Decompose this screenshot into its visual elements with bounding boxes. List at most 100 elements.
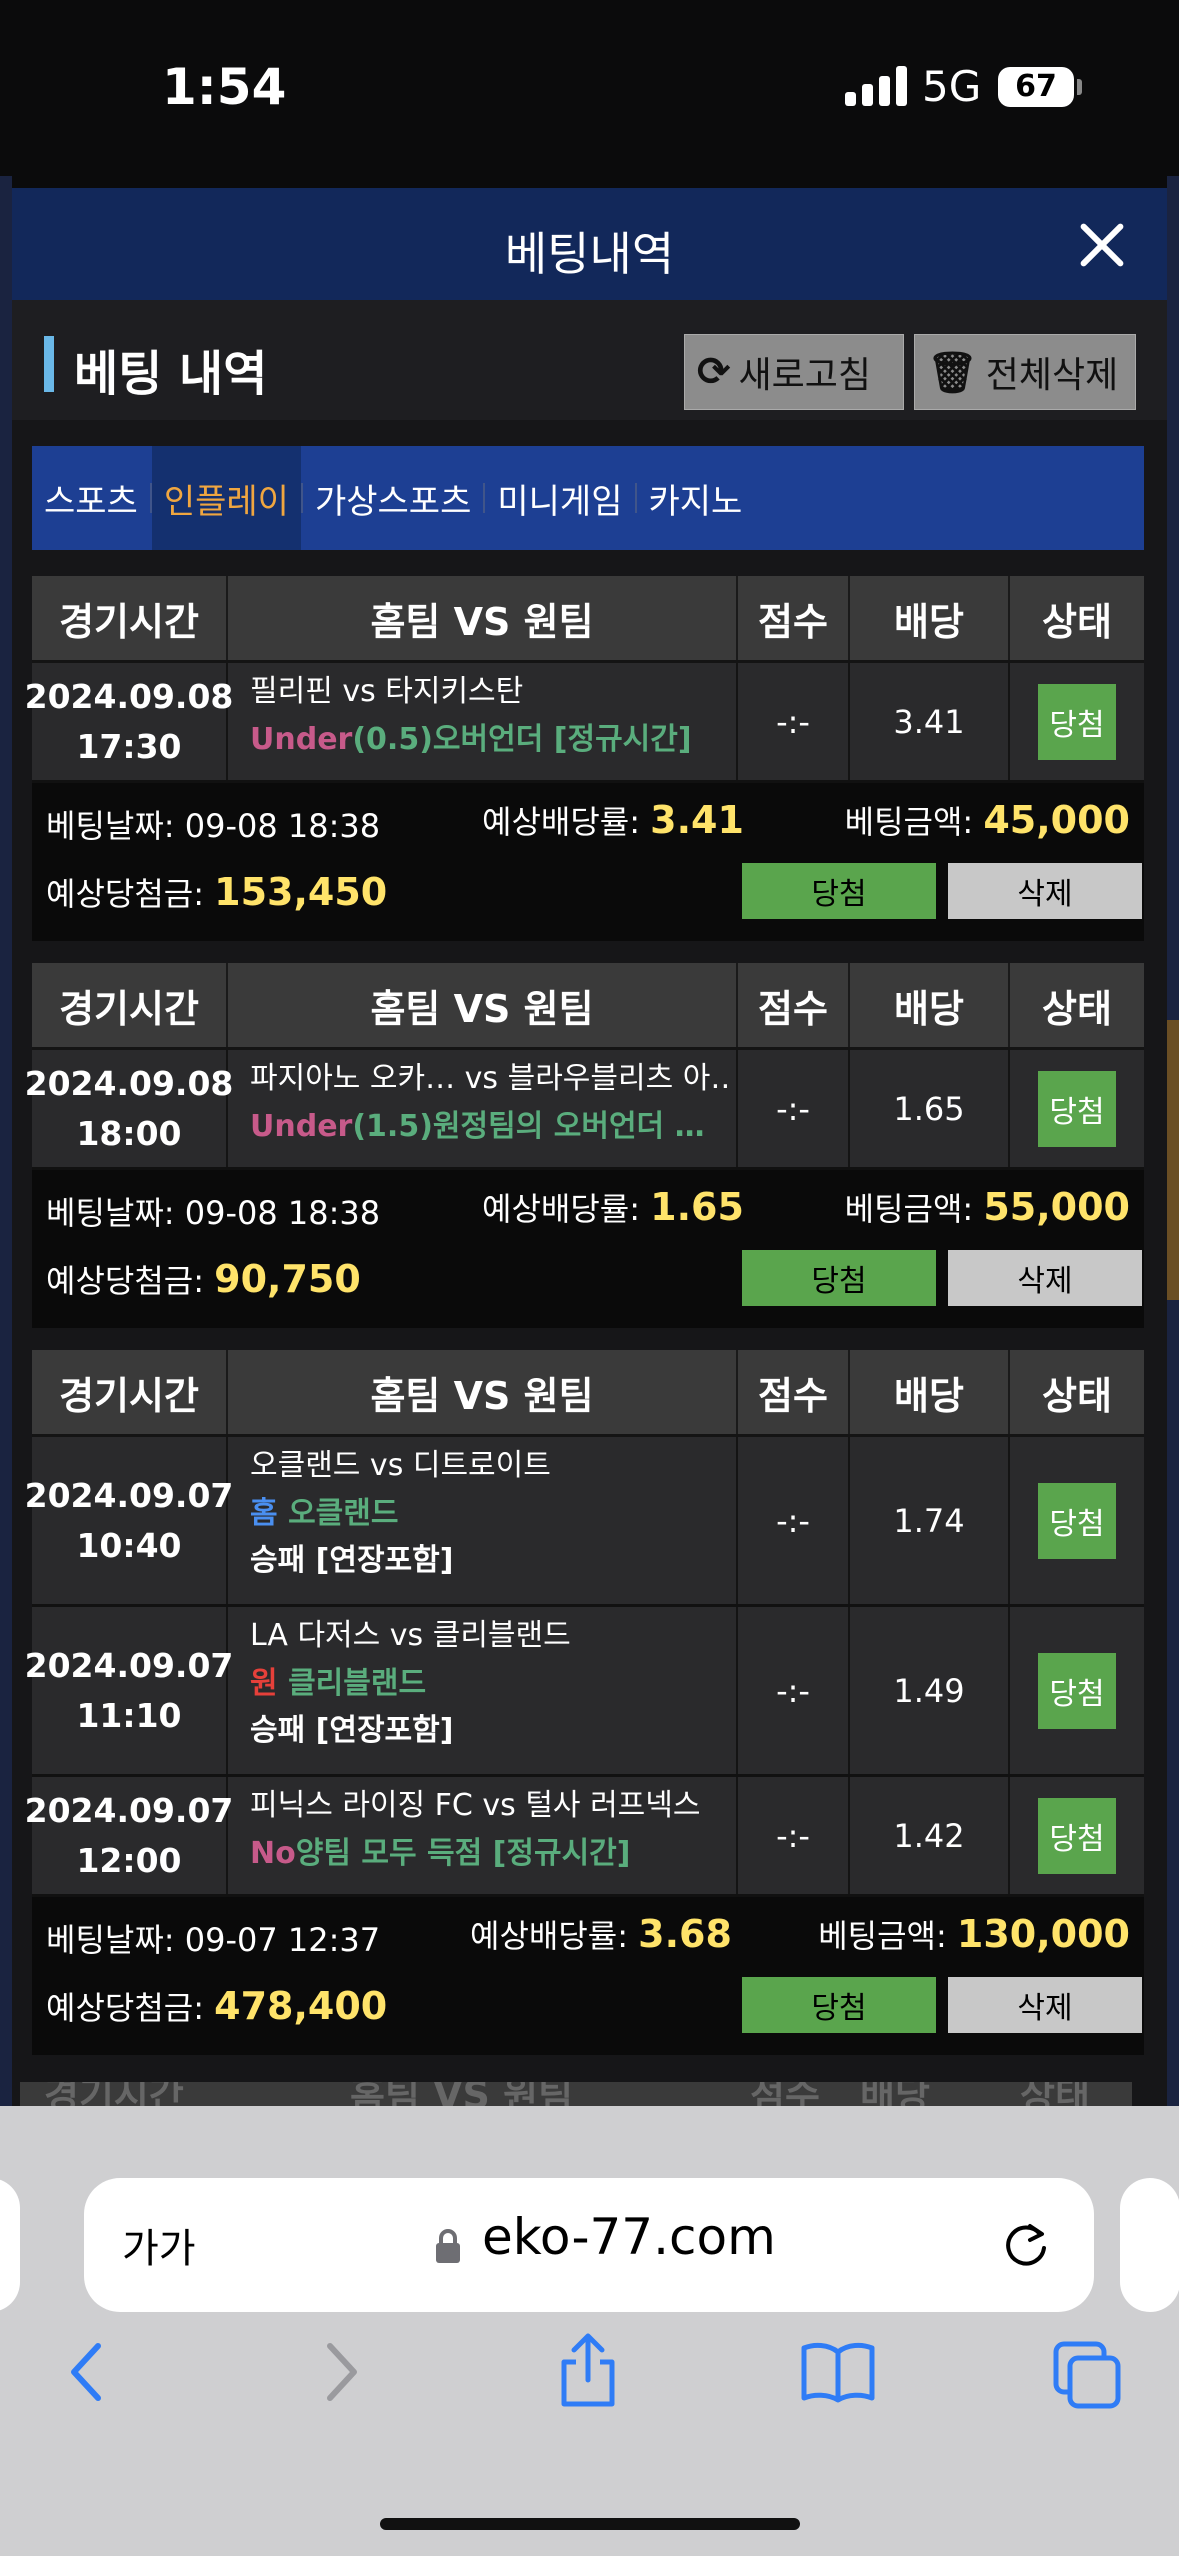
modal-header: 베팅내역 [12,188,1167,300]
odds: 1.49 [850,1607,1010,1774]
odds: 1.65 [850,1050,1010,1167]
table-row: 2024.09.07 12:00 피닉스 라이징 FC vs 털사 러프넥스 N… [25,1777,1144,1897]
match-cell: 오클랜드 vs 디트로이트 홈 오클랜드 승패 [연장포함] [228,1437,738,1604]
section-title: 베팅 내역 [74,346,268,402]
tab-virtual-sports[interactable]: 가상스포츠 [303,446,483,550]
header-status: 상태 [1042,1373,1112,1418]
expected-odds: 예상배당률: 1.65 [482,1184,744,1230]
next-card-header-partial: 경기시간 홈팀 VS 원팀 점수 배당 상태 [20,2082,1132,2106]
match-date: 2024.09.08 [24,676,234,716]
match-name: 파지아노 오카… vs 블라우블리츠 아… [250,1061,730,1096]
pick-team: 클리블랜드 [288,1666,427,1701]
match-clock: 12:00 [76,1840,182,1880]
close-icon[interactable] [1077,220,1127,270]
status-badge: 당첨 [1038,1652,1116,1729]
next-tab-pill[interactable] [1120,2178,1179,2312]
page-background-image [1166,1020,1179,1300]
match-time: 2024.09.07 12:00 [25,1777,233,1894]
match-name: LA 다저스 vs 클리블랜드 [250,1618,571,1653]
match-clock: 11:10 [76,1695,182,1735]
expected-odds-value: 1.65 [650,1185,744,1229]
win-button[interactable]: 당첨 [742,1250,936,1306]
signal-icon [845,66,907,106]
tabs-icon[interactable] [1052,2340,1122,2410]
lock-icon [436,2229,460,2263]
status-badge: 당첨 [1038,1482,1116,1559]
table-row: 2024.09.08 18:00 파지아노 오카… vs 블라우블리츠 아… U… [25,1050,1144,1170]
bet-amount-value: 130,000 [956,1912,1130,1956]
match-date: 2024.09.07 [24,1790,234,1830]
delete-all-button[interactable]: 🗑 전체삭제 [914,334,1136,410]
match-name: 피닉스 라이징 FC vs 털사 러프넥스 [250,1788,701,1823]
header-odds: 배당 [850,963,1010,1047]
table-header: 경기시간 홈팀 VS 원팀 점수 배당 상태 [32,1350,1144,1437]
bet-date-value: 09-07 12:37 [184,1921,381,1959]
expected-odds-label: 예상배당률: [470,1917,628,1955]
score: -:- [738,1437,850,1604]
bet-date: 베팅날짜: 09-08 18:38 [46,1188,380,1234]
refresh-button[interactable]: ⟳ 새로고침 [684,334,904,410]
tab-casino[interactable]: 카지노 [637,446,755,550]
delete-button[interactable]: 삭제 [948,1250,1142,1306]
header-score: 점수 [738,963,850,1047]
bet-amount: 베팅금액: 45,000 [845,797,1130,843]
pick-market: 승패 [연장포함] [250,1713,454,1748]
share-icon[interactable] [556,2332,620,2408]
header-time: 경기시간 [32,963,228,1047]
trash-icon: 🗑 [927,349,978,396]
network-type: 5G [922,62,982,111]
expected-win-value: 478,400 [214,1984,388,2028]
match-cell: LA 다저스 vs 클리블랜드 원 클리블랜드 승패 [연장포함] [228,1607,738,1774]
delete-button[interactable]: 삭제 [948,863,1142,919]
tab-inplay[interactable]: 인플레이 [151,446,301,550]
reader-options-button[interactable]: 가가 [122,2216,196,2274]
home-indicator [380,2518,800,2530]
win-button[interactable]: 당첨 [742,863,936,919]
browser-toolbar: 가가 eko-77.com [0,2106,1179,2556]
status-badge: 당첨 [1038,1797,1116,1874]
delete-button[interactable]: 삭제 [948,1977,1142,2033]
expected-win: 예상당첨금: 153,450 [46,869,387,915]
table-row: 2024.09.07 11:10 LA 다저스 vs 클리블랜드 원 클리블랜드… [25,1607,1144,1777]
bet-summary: 베팅날짜: 09-08 18:38 예상배당률: 1.65 베팅금액: 55,0… [32,1170,1144,1328]
prev-tab-pill[interactable] [0,2178,20,2312]
bet-date-value: 09-08 18:38 [184,807,381,845]
header-score: 점수 [738,1350,850,1434]
expected-win-label: 예상당첨금: [46,875,204,913]
pick-key: Under [250,722,353,757]
reload-icon[interactable] [1000,2218,1052,2270]
bet-amount-value: 55,000 [983,1185,1130,1229]
match-date: 2024.09.07 [24,1475,234,1515]
pick-market: (1.5)원정팀의 오버언더 … [352,1109,705,1144]
partial-header-status: 상태 [1020,2082,1090,2106]
match-time: 2024.09.08 17:30 [25,663,233,780]
pick-key: Under [250,1109,353,1144]
tab-minigame[interactable]: 미니게임 [485,446,634,550]
expected-win: 예상당첨금: 478,400 [46,1983,387,2029]
score: -:- [738,1050,850,1167]
tab-sports[interactable]: 스포츠 [32,446,150,550]
bet-amount-label: 베팅금액: [844,803,974,841]
odds: 1.42 [850,1777,1010,1894]
match-clock: 18:00 [76,1113,182,1153]
bet-pick: Under(0.5)오버언더 [정규시간] [250,715,692,765]
pick-market: 승패 [연장포함] [250,1543,454,1578]
bet-date: 베팅날짜: 09-07 12:37 [46,1915,380,1961]
expected-odds-label: 예상배당률: [482,1190,640,1228]
header-time: 경기시간 [32,576,228,660]
battery-tip [1077,79,1082,95]
bet-pick: Under(1.5)원정팀의 오버언더 … [250,1102,705,1152]
back-icon[interactable] [64,2340,108,2404]
match-date: 2024.09.07 [24,1645,234,1685]
score: -:- [738,1607,850,1774]
header-match: 홈팀 VS 원팀 [228,576,738,660]
expected-win-value: 153,450 [214,870,388,914]
forward-icon[interactable] [320,2340,364,2404]
header-match: 홈팀 VS 원팀 [228,963,738,1047]
url-text[interactable]: eko-77.com [482,2208,776,2266]
bookmarks-icon[interactable] [800,2340,876,2404]
win-button[interactable]: 당첨 [742,1977,936,2033]
bet-pick: 원 클리블랜드 [250,1659,426,1709]
score: -:- [738,1777,850,1894]
match-date: 2024.09.08 [24,1063,234,1103]
